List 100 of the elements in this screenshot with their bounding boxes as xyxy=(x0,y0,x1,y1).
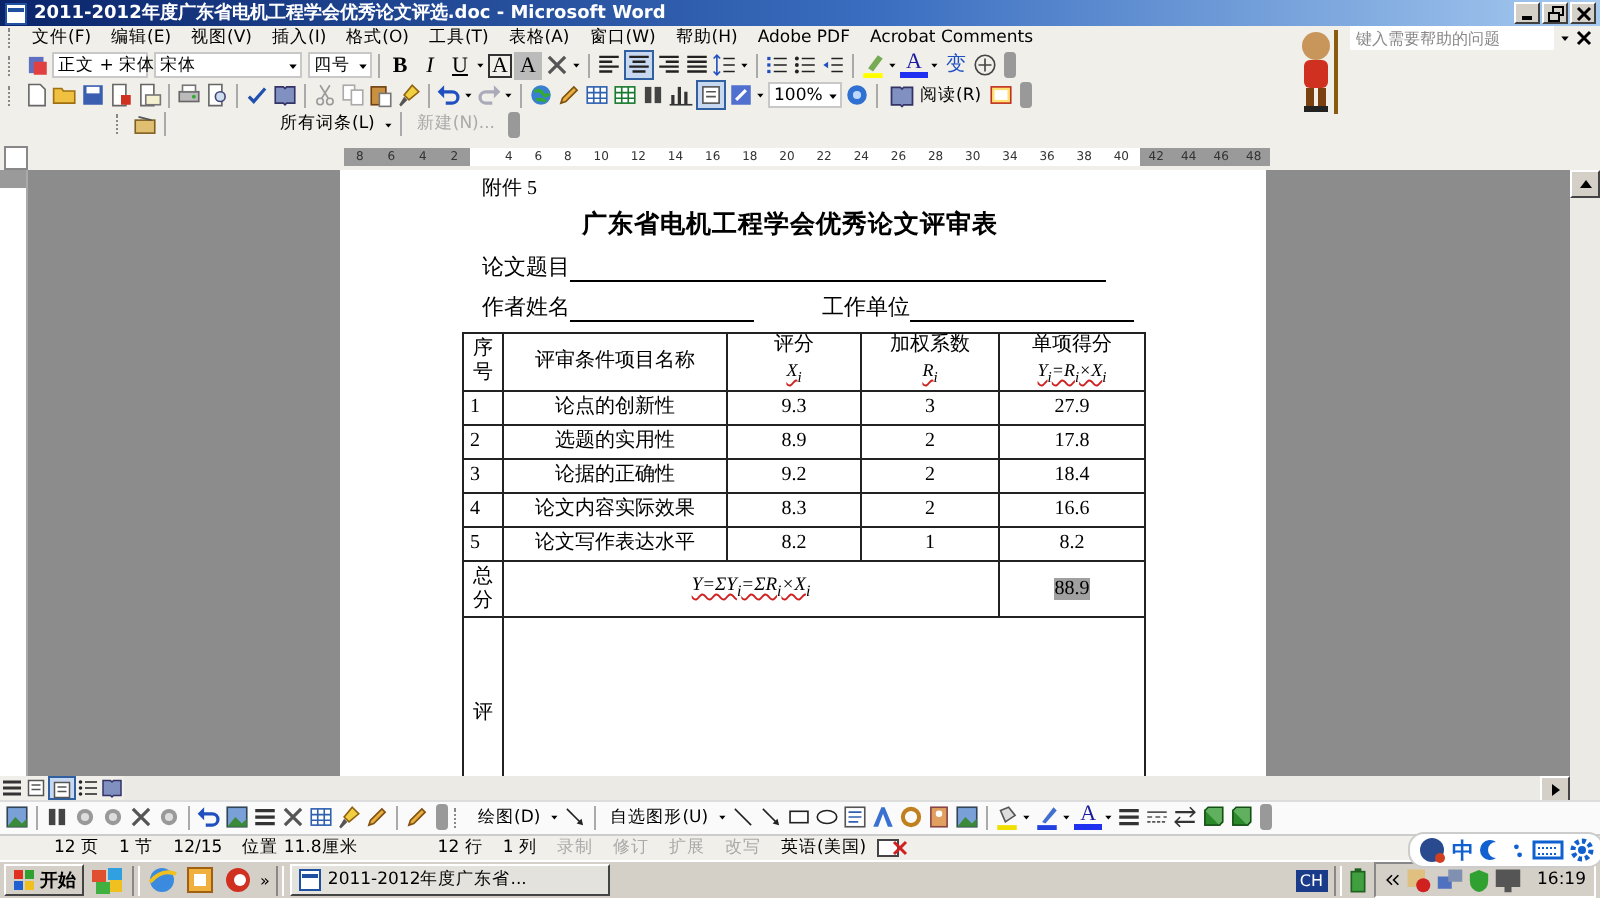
phonetic-guide-button[interactable]: 变 xyxy=(941,51,970,80)
folder-window-icon[interactable] xyxy=(184,864,216,896)
menu-item[interactable]: 插入(I) xyxy=(262,26,337,51)
caret-icon[interactable] xyxy=(476,60,486,71)
up-arrow-icon[interactable] xyxy=(1577,176,1593,193)
toolbar-handle[interactable] xyxy=(436,804,448,831)
picture-icon[interactable] xyxy=(224,804,250,831)
align-right-icon[interactable] xyxy=(655,52,682,79)
settings-icon[interactable] xyxy=(1570,838,1594,862)
line-style-icon[interactable] xyxy=(1116,804,1143,831)
arrow-icon[interactable] xyxy=(758,804,785,831)
caret-icon[interactable] xyxy=(718,812,729,823)
reading-view-icon[interactable] xyxy=(100,776,124,801)
reading-layout-icon[interactable] xyxy=(987,82,1014,109)
underline-button[interactable]: U xyxy=(446,51,474,80)
clip-art-icon[interactable] xyxy=(926,804,953,831)
justify-icon[interactable] xyxy=(683,52,710,79)
menu-item[interactable]: 格式(O) xyxy=(336,26,419,51)
right-arrow-icon[interactable] xyxy=(1547,782,1563,799)
close-button[interactable] xyxy=(1570,2,1596,24)
styles-icon[interactable] xyxy=(24,52,50,79)
character-shading-button[interactable]: A xyxy=(513,51,542,80)
caret-icon[interactable] xyxy=(1062,812,1073,823)
insert-table-icon[interactable] xyxy=(584,82,610,109)
caret-icon[interactable] xyxy=(504,90,514,101)
style-dropdown[interactable]: 正文 + 宋体 xyxy=(52,52,148,79)
save-icon[interactable] xyxy=(80,82,106,109)
assistant-figure-drawing[interactable] xyxy=(1296,26,1344,114)
diagram-icon[interactable] xyxy=(898,804,925,831)
punctuation-icon[interactable] xyxy=(1510,838,1526,862)
shadow-icon[interactable] xyxy=(1200,804,1227,831)
new-document-icon[interactable] xyxy=(24,82,50,109)
monitor-icon[interactable] xyxy=(1493,866,1521,894)
undo-icon[interactable] xyxy=(436,82,462,109)
print-preview-icon[interactable] xyxy=(204,82,230,109)
zoom-dropdown[interactable]: 100% xyxy=(768,82,842,109)
numbering-icon[interactable] xyxy=(763,52,790,79)
line-spacing-icon[interactable] xyxy=(711,52,738,79)
restore-button[interactable] xyxy=(1542,2,1568,24)
rotate-icon[interactable] xyxy=(196,804,222,831)
taskbar-window-button[interactable]: 2011-2012年度广东省... xyxy=(289,864,610,896)
caret-icon[interactable] xyxy=(464,90,474,101)
wordart-icon[interactable] xyxy=(870,804,897,831)
tab-selector[interactable] xyxy=(4,145,28,170)
toolbar-handle[interactable] xyxy=(508,111,521,138)
horizontal-scrollbar[interactable] xyxy=(124,776,1600,801)
draw-menu[interactable]: 绘图(D) xyxy=(470,804,549,831)
show-marks-icon[interactable] xyxy=(728,82,754,109)
columns-icon[interactable] xyxy=(640,82,666,109)
tables-borders-icon[interactable] xyxy=(556,82,582,109)
format-painter-icon[interactable] xyxy=(396,82,422,109)
input-method-bar[interactable]: 中 xyxy=(1408,832,1600,868)
line-icon[interactable] xyxy=(730,804,757,831)
email-icon[interactable] xyxy=(136,82,162,109)
font-color-button[interactable]: A xyxy=(1074,804,1103,831)
close-icon[interactable] xyxy=(1576,30,1592,47)
caret-icon[interactable] xyxy=(929,60,940,71)
spelling-icon[interactable] xyxy=(244,82,270,109)
menu-item[interactable]: Acrobat Comments xyxy=(859,28,1044,49)
menu-item[interactable]: 编辑(E) xyxy=(101,26,182,51)
more-button[interactable]: » xyxy=(260,871,270,889)
3d-style-icon[interactable] xyxy=(1228,804,1255,831)
character-border-button[interactable]: A xyxy=(488,53,512,78)
caret-icon[interactable] xyxy=(550,812,561,823)
menu-item[interactable]: 帮助(H) xyxy=(665,26,748,51)
caret-icon[interactable] xyxy=(887,60,898,71)
toolbar-handle[interactable] xyxy=(1003,52,1016,79)
open-folder-icon[interactable] xyxy=(52,82,78,109)
picture-icon[interactable] xyxy=(4,804,30,831)
font-color-button[interactable]: A xyxy=(899,52,928,79)
autoshapes-menu[interactable]: 自选图形(U) xyxy=(602,804,717,831)
help-search-field[interactable]: 键入需要帮助的问题 xyxy=(1350,26,1554,51)
line-style-icon[interactable] xyxy=(252,804,278,831)
all-entries-menu[interactable]: 所有词条(L) xyxy=(272,111,383,138)
align-left-icon[interactable] xyxy=(595,52,622,79)
menu-item[interactable]: 工具(T) xyxy=(418,26,499,51)
arrow-style-icon[interactable] xyxy=(1172,804,1199,831)
picture-icon[interactable] xyxy=(954,804,981,831)
start-button[interactable]: 开始 xyxy=(4,864,84,896)
fill-color-icon[interactable] xyxy=(994,804,1021,831)
toolbar-handle[interactable] xyxy=(1019,82,1032,109)
input-mode-label[interactable]: 中 xyxy=(1452,835,1474,865)
language-indicator[interactable]: CH xyxy=(1295,869,1327,891)
bullets-icon[interactable] xyxy=(791,52,818,79)
enclose-characters-icon[interactable] xyxy=(971,52,998,79)
globe-icon[interactable] xyxy=(1418,836,1446,864)
toolbar-handle[interactable] xyxy=(1260,804,1273,831)
web-view-icon[interactable] xyxy=(24,776,48,801)
bold-button[interactable]: B xyxy=(386,51,414,80)
caret-icon[interactable] xyxy=(739,60,750,71)
circle-logo-icon[interactable] xyxy=(222,864,254,896)
menu-item[interactable]: Adobe PDF xyxy=(747,28,860,49)
research-icon[interactable] xyxy=(272,82,298,109)
select-pointer-icon[interactable] xyxy=(562,804,589,831)
spreadsheet-icon[interactable] xyxy=(612,82,638,109)
print-layout-view-icon[interactable] xyxy=(50,778,74,801)
font-size-dropdown[interactable]: 四号 xyxy=(308,52,372,79)
colorful-squares-icon[interactable] xyxy=(90,864,126,896)
help-icon[interactable] xyxy=(844,82,870,109)
caret-icon[interactable] xyxy=(1022,812,1033,823)
